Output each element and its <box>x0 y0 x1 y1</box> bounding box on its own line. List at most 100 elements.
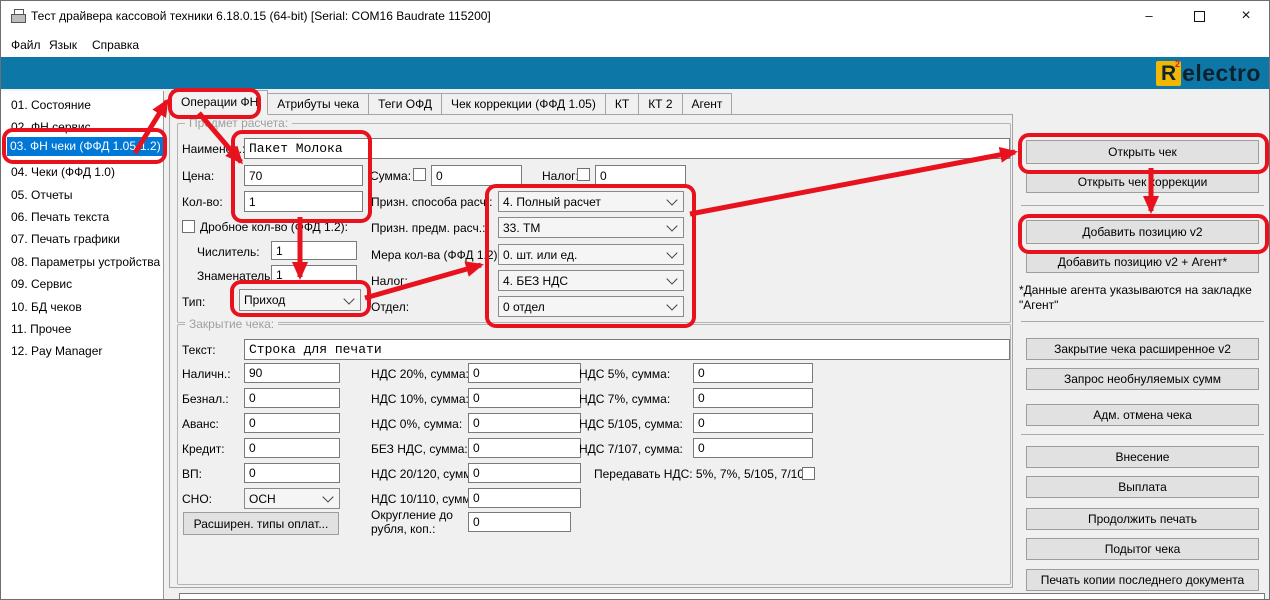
measure-select[interactable]: 0. шт. или ед. <box>498 244 684 265</box>
numerator-input[interactable] <box>271 241 357 260</box>
close-icon[interactable]: × <box>1229 1 1263 31</box>
vat5-input[interactable] <box>693 363 813 383</box>
tax-sum-label: Налог: <box>542 168 579 184</box>
sidebar-item-09-service[interactable]: 09. Сервис <box>11 275 72 294</box>
printer-app-icon <box>10 8 26 24</box>
sno-select[interactable]: ОСН <box>244 488 340 509</box>
print-copy-last-document-button[interactable]: Печать копии последнего документа <box>1026 569 1259 591</box>
minimize-icon[interactable]: – <box>1132 1 1166 31</box>
menu-file[interactable]: Файл <box>6 36 46 54</box>
text-input[interactable] <box>244 339 1010 360</box>
sidebar-item-10-receipt-db[interactable]: 10. БД чеков <box>11 298 82 317</box>
tab-receipt-attributes[interactable]: Атрибуты чека <box>268 93 369 115</box>
sno-label: СНО: <box>182 491 212 507</box>
no-vat-input[interactable] <box>468 438 581 458</box>
sidebar-item-05-reports[interactable]: 05. Отчеты <box>11 186 73 205</box>
cash-in-button[interactable]: Внесение <box>1026 446 1259 468</box>
sidebar-item-03-fn-receipts[interactable]: 03. ФН чеки (ФФД 1.05-1.2) <box>7 137 164 156</box>
vat10-110-input[interactable] <box>468 488 581 508</box>
vp-label: ВП: <box>182 466 202 482</box>
extended-pay-types-button[interactable]: Расширен. типы оплат... <box>183 512 339 535</box>
calc-method-select[interactable]: 4. Полный расчет <box>498 191 684 212</box>
agent-note-line1: *Данные агента указываются на закладке <box>1019 283 1252 298</box>
sidebar-item-02-fn-service[interactable]: 02. ФН сервис <box>11 118 91 137</box>
chevron-down-icon <box>666 247 677 258</box>
sidebar-item-11-misc[interactable]: 11. Прочее <box>11 320 71 339</box>
vat0-label: НДС 0%, сумма: <box>371 416 462 432</box>
request-nonresettable-sums-button[interactable]: Запрос необнуляемых сумм <box>1026 368 1259 390</box>
vat5-label: НДС 5%, сумма: <box>579 366 670 382</box>
continue-print-button[interactable]: Продолжить печать <box>1026 508 1259 530</box>
tax-select[interactable]: 4. БЕЗ НДС <box>498 270 684 291</box>
cashless-label: Безнал.: <box>182 391 229 407</box>
menu-help[interactable]: Справка <box>87 36 144 54</box>
advance-input[interactable] <box>244 413 340 433</box>
brand-letter-box: R2 <box>1156 61 1181 86</box>
cashless-input[interactable] <box>244 388 340 408</box>
subject-sign-select[interactable]: 33. ТМ <box>498 217 684 238</box>
vat5-105-label: НДС 5/105, сумма: <box>579 416 683 432</box>
dept-select[interactable]: 0 отдел <box>498 296 684 317</box>
denominator-input[interactable] <box>271 265 357 284</box>
sum-checkbox[interactable] <box>413 168 426 181</box>
tab-kt2[interactable]: КТ 2 <box>639 93 682 115</box>
cash-out-button[interactable]: Выплата <box>1026 476 1259 498</box>
numerator-label: Числитель: <box>197 244 260 260</box>
log-output-box[interactable] <box>179 593 1265 600</box>
tax-sum-checkbox[interactable] <box>577 168 590 181</box>
tab-agent[interactable]: Агент <box>683 93 733 115</box>
price-input[interactable] <box>244 165 363 186</box>
sidebar-item-08-device-params[interactable]: 08. Параметры устройства <box>11 253 160 272</box>
app-window: Тест драйвера кассовой техники 6.18.0.15… <box>0 0 1270 600</box>
window-title: Тест драйвера кассовой техники 6.18.0.15… <box>31 9 491 23</box>
admin-cancel-receipt-button[interactable]: Адм. отмена чека <box>1026 404 1259 426</box>
vat5-105-input[interactable] <box>693 413 813 433</box>
tax-select-label: Налог: <box>371 273 408 289</box>
type-select[interactable]: Приход <box>239 289 361 311</box>
sidebar-item-04-receipts[interactable]: 04. Чеки (ФФД 1.0) <box>11 163 115 182</box>
tab-ofd-tags[interactable]: Теги ОФД <box>369 93 442 115</box>
closing-group-title: Закрытие чека: <box>185 317 278 331</box>
brand-name: electro <box>1182 60 1261 87</box>
sidebar-item-07-print-graphics[interactable]: 07. Печать графики <box>11 230 120 249</box>
title-bar: Тест драйвера кассовой техники 6.18.0.15… <box>1 1 1269 31</box>
menu-bar: Файл Язык Справка <box>1 31 1269 57</box>
fractional-qty-checkbox[interactable] <box>182 220 195 233</box>
chevron-down-icon <box>666 299 677 310</box>
subtotal-button[interactable]: Подытог чека <box>1026 538 1259 560</box>
cash-input[interactable] <box>244 363 340 383</box>
vp-input[interactable] <box>244 463 340 483</box>
chevron-down-icon <box>322 491 333 502</box>
transmit-vat-checkbox[interactable] <box>802 467 815 480</box>
sidebar-item-12-pay-manager[interactable]: 12. Pay Manager <box>11 342 102 361</box>
rounding-label-line2: рубля, коп.: <box>371 521 435 537</box>
subject-group-title: Предмет расчета: <box>185 116 292 130</box>
vat7-input[interactable] <box>693 388 813 408</box>
tab-correction-receipt[interactable]: Чек коррекции (ФФД 1.05) <box>442 93 606 115</box>
vat0-input[interactable] <box>468 413 581 433</box>
close-receipt-extended-v2-button[interactable]: Закрытие чека расширенное v2 <box>1026 338 1259 360</box>
tab-kt[interactable]: КТ <box>606 93 639 115</box>
vat20-input[interactable] <box>468 363 581 383</box>
tax-sum-input[interactable] <box>595 165 686 186</box>
vat7-107-input[interactable] <box>693 438 813 458</box>
add-position-v2-button[interactable]: Добавить позицию v2 <box>1026 220 1259 244</box>
name-input[interactable] <box>244 138 1010 159</box>
open-receipt-button[interactable]: Открыть чек <box>1026 140 1259 164</box>
qty-input[interactable] <box>244 191 363 212</box>
chevron-down-icon <box>666 194 677 205</box>
vat20-120-input[interactable] <box>468 463 581 483</box>
menu-language[interactable]: Язык <box>44 36 82 54</box>
add-position-v2-agent-button[interactable]: Добавить позицию v2 + Агент* <box>1026 250 1259 273</box>
tab-operations-fn[interactable]: Операции ФН <box>171 90 268 115</box>
sidebar-item-01-state[interactable]: 01. Состояние <box>11 96 91 115</box>
sidebar-item-06-print-text[interactable]: 06. Печать текста <box>11 208 109 227</box>
open-correction-receipt-button[interactable]: Открыть чек коррекции <box>1026 170 1259 193</box>
sum-label: Сумма: <box>370 168 411 184</box>
vat10-input[interactable] <box>468 388 581 408</box>
no-vat-label: БЕЗ НДС, сумма: <box>371 441 468 457</box>
maximize-icon[interactable] <box>1182 1 1216 31</box>
sum-input[interactable] <box>431 165 522 186</box>
rounding-input[interactable] <box>468 512 571 532</box>
credit-input[interactable] <box>244 438 340 458</box>
